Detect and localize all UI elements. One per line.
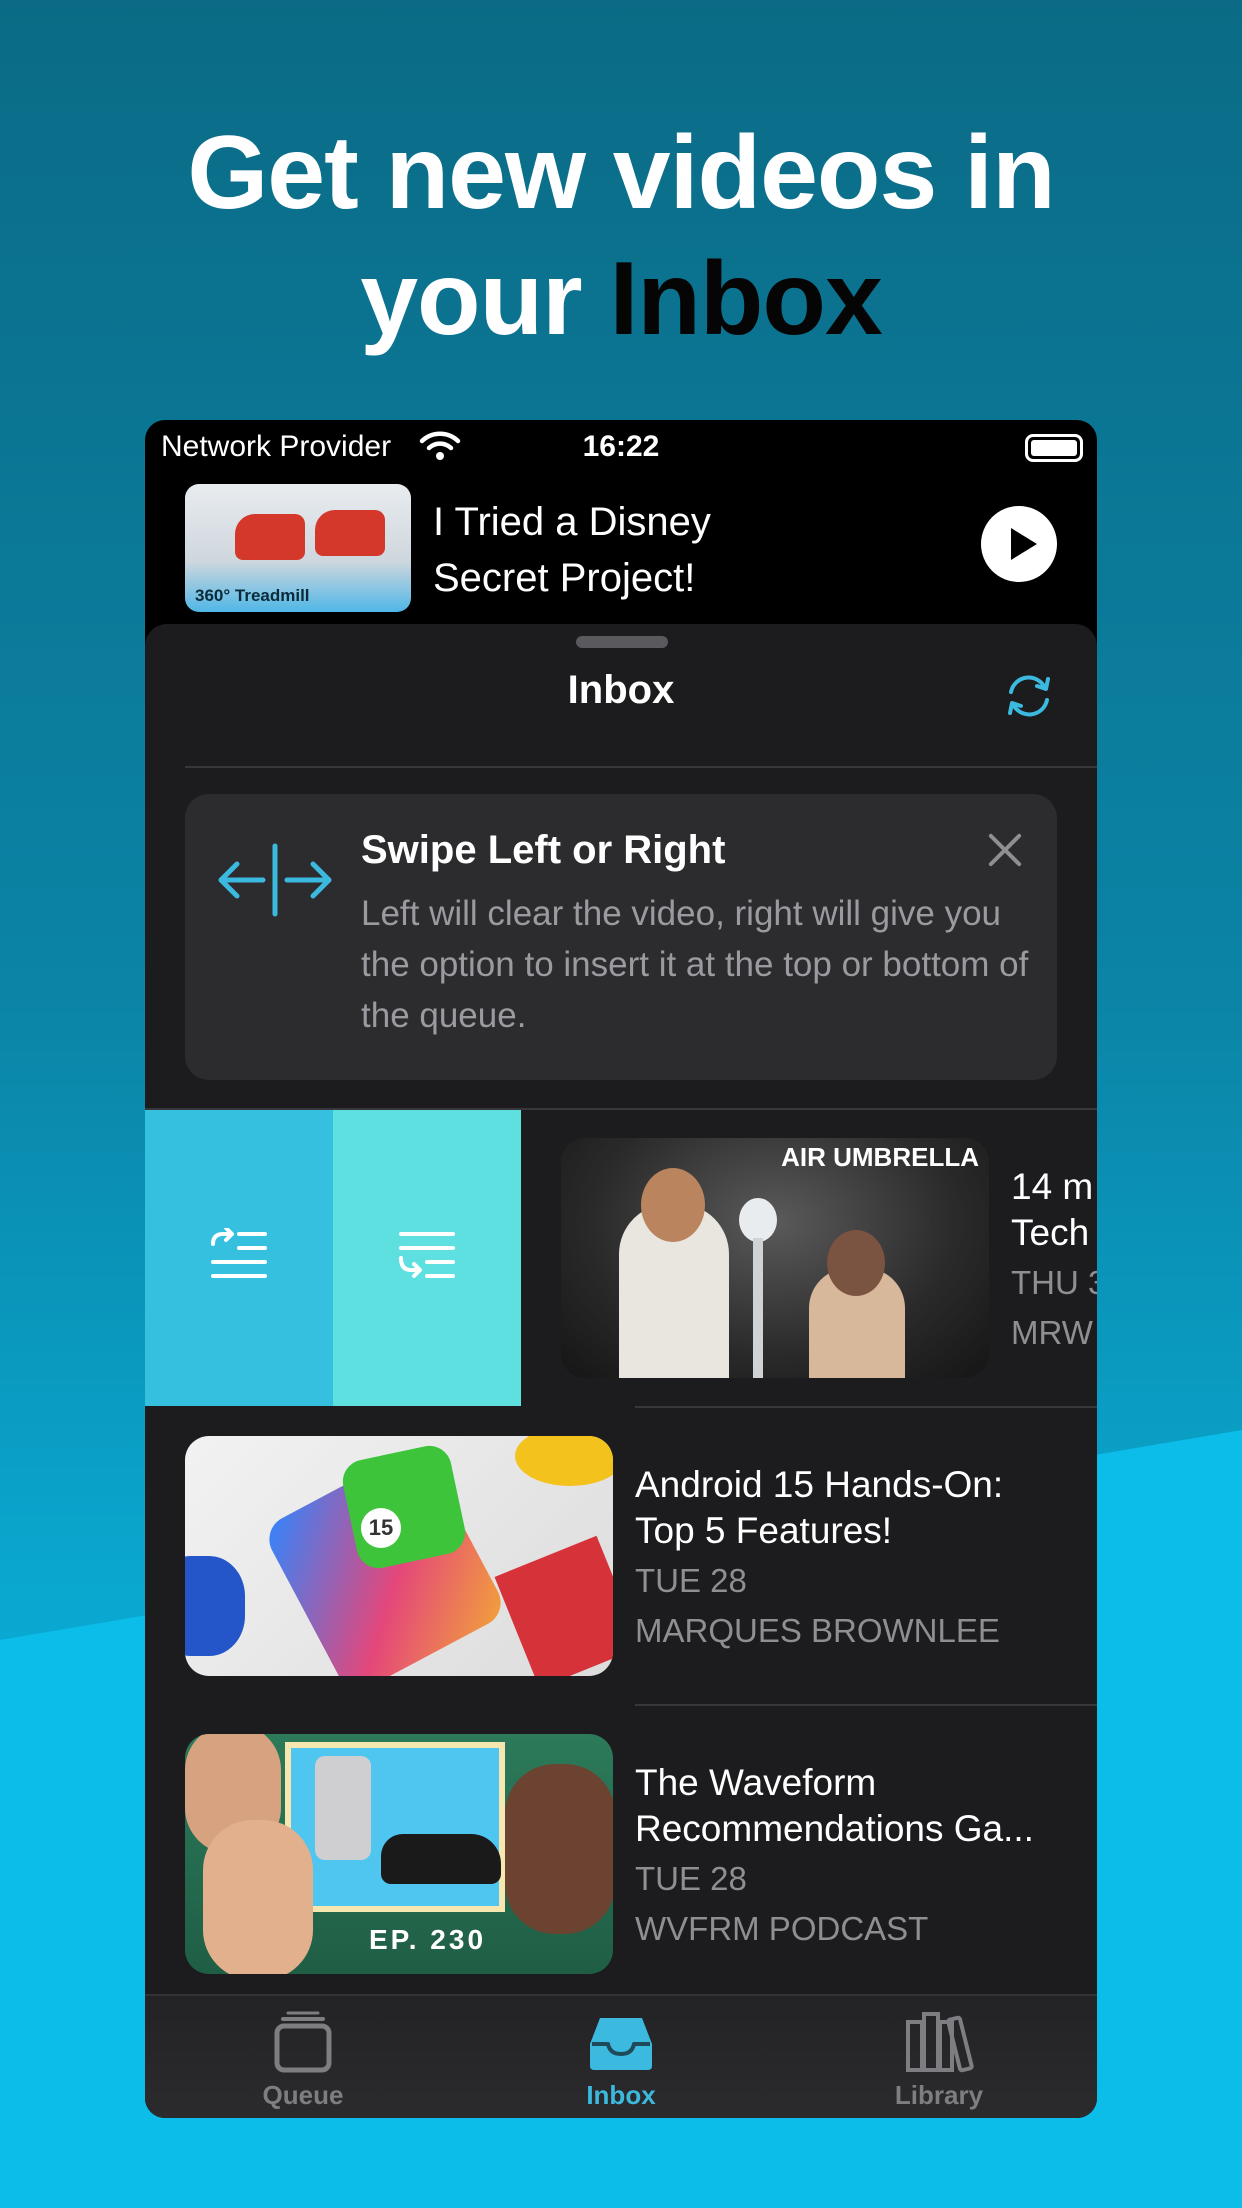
insert-bottom-action[interactable] — [333, 1110, 521, 1406]
person-head-shape — [827, 1230, 885, 1296]
iphone-shape — [315, 1756, 371, 1860]
insert-top-action[interactable] — [145, 1110, 333, 1406]
tab-library[interactable]: Library — [839, 2010, 1039, 2111]
headline-line-1: Get new videos in — [187, 115, 1055, 231]
notebook-shape — [494, 1535, 613, 1676]
video-date: TUE 28 — [635, 1562, 747, 1599]
sneaker-shape — [235, 514, 305, 560]
video-channel: MARQUES BROWNLEE — [635, 1612, 1000, 1649]
library-books-icon — [906, 2012, 974, 2073]
clock: 16:22 — [582, 430, 660, 463]
tab-label: Library — [894, 2080, 984, 2110]
video-title-line-1: 14 m — [1011, 1166, 1094, 1207]
thumbnail-caption: 360° Treadmill — [195, 586, 310, 605]
now-playing-thumbnail: 360° Treadmill — [185, 484, 411, 612]
refresh-icon[interactable] — [1001, 670, 1057, 722]
sneaker-shape — [315, 510, 385, 556]
tip-title: Swipe Left or Right — [361, 828, 726, 872]
battery-icon — [1025, 434, 1083, 462]
video-title-line-2: Top 5 Features! — [635, 1510, 893, 1551]
video-thumbnail: 15 — [185, 1436, 613, 1676]
video-date: THU 3 — [1011, 1264, 1097, 1301]
tape-shape — [185, 1556, 245, 1656]
yellow-object-shape — [515, 1436, 613, 1486]
inbox-tray-icon — [590, 2018, 652, 2070]
headline-highlight: Inbox — [609, 241, 882, 357]
headline-line-2: your Inbox — [0, 236, 1242, 362]
header-divider — [185, 766, 1097, 768]
video-row[interactable]: 15 Android 15 Hands-On: Top 5 Features! … — [145, 1408, 1097, 1704]
tip-body: Left will clear the video, right will gi… — [361, 894, 1029, 1035]
video-thumbnail: EP. 230 — [185, 1734, 613, 1974]
video-title-line-2: Tech — [1011, 1212, 1090, 1253]
video-row[interactable]: EP. 230 The Waveform Recommendations Ga.… — [145, 1706, 1097, 2002]
insert-at-top-icon — [211, 1228, 267, 1278]
thumbnail-text: EP. 230 — [369, 1924, 487, 1955]
sheet-grabber[interactable] — [576, 636, 668, 648]
video-title-line-2: Recommendations Ga... — [635, 1808, 1034, 1849]
person-face-shape — [203, 1820, 313, 1974]
thumbnail-text: 15 — [361, 1508, 401, 1548]
tab-queue[interactable]: Queue — [203, 2010, 403, 2111]
video-row[interactable]: AIR UMBRELLA 14 m Tech THU 3 MRW — [145, 1110, 1097, 1406]
person-head-shape — [641, 1168, 705, 1242]
video-thumbnail: AIR UMBRELLA — [561, 1138, 989, 1378]
video-title-line-1: The Waveform — [635, 1762, 877, 1803]
tab-label: Queue — [262, 2080, 344, 2110]
now-playing-title: I Tried a Disney Secret Project! — [433, 500, 711, 600]
umbrella-device-shape — [739, 1198, 777, 1242]
video-channel: MRW — [1011, 1314, 1093, 1351]
now-playing-bar[interactable]: 360° Treadmill I Tried a Disney Secret P… — [145, 476, 1097, 626]
headline-prefix: your — [360, 241, 610, 357]
video-date: TUE 28 — [635, 1860, 747, 1897]
tab-label: Inbox — [586, 2080, 656, 2110]
tab-inbox[interactable]: Inbox — [521, 2010, 721, 2111]
insert-at-bottom-icon — [399, 1232, 455, 1278]
umbrella-pole-shape — [753, 1238, 763, 1378]
inbox-sheet: Inbox Swipe Left or Right Left will clea… — [145, 624, 1097, 2118]
video-title-line-1: Android 15 Hands-On: — [635, 1464, 1004, 1505]
status-bar: Network Provider 16:22 — [145, 420, 1097, 476]
play-button[interactable] — [981, 506, 1057, 582]
close-icon[interactable] — [983, 828, 1027, 872]
swipe-arrows-icon — [218, 843, 332, 917]
car-shape — [381, 1834, 501, 1884]
swipe-tip-card: Swipe Left or Right Left will clear the … — [185, 794, 1057, 1080]
person-face-shape — [505, 1764, 613, 1934]
thumbnail-text: AIR UMBRELLA — [781, 1142, 979, 1172]
video-channel: WVFRM PODCAST — [635, 1910, 929, 1947]
tab-bar: Queue Inbox Library — [145, 1994, 1097, 2118]
android-badge-shape — [338, 1441, 470, 1573]
phone-frame: Network Provider 16:22 360° Treadmill I … — [145, 420, 1097, 2118]
headline: Get new videos in your Inbox — [0, 110, 1242, 362]
queue-icon — [274, 2011, 332, 2073]
sheet-title: Inbox — [567, 668, 675, 712]
